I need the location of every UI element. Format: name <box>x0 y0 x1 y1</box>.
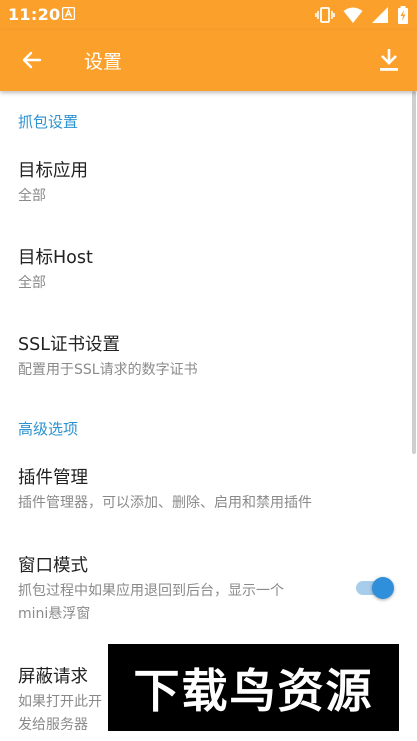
setting-plugin-manager[interactable]: 插件管理 插件管理器，可以添加、删除、启用和禁用插件 <box>0 464 417 534</box>
setting-title: 插件管理 <box>18 468 88 488</box>
section-header-capture: 抓包设置 <box>18 113 79 131</box>
status-time: 11:20 <box>8 5 61 24</box>
setting-target-app[interactable]: 目标应用 全部 <box>0 157 417 227</box>
toolbar: 设置 <box>0 30 417 91</box>
arrow-left-icon[interactable] <box>20 48 44 72</box>
setting-summary: 全部 <box>18 275 46 291</box>
setting-target-host[interactable]: 目标Host 全部 <box>0 244 417 314</box>
vibrate-icon <box>315 7 335 23</box>
setting-title: 目标应用 <box>18 161 88 181</box>
status-bar: 11:20 <box>0 0 417 30</box>
setting-title: 目标Host <box>18 248 93 268</box>
page-title: 设置 <box>84 51 123 73</box>
notification-a-icon <box>62 7 75 20</box>
setting-title: 屏蔽请求 <box>18 667 88 687</box>
download-icon[interactable] <box>377 47 401 73</box>
setting-summary: 插件管理器，可以添加、删除、启用和禁用插件 <box>18 495 312 511</box>
scrollbar[interactable] <box>412 91 416 454</box>
setting-title: SSL证书设置 <box>18 335 120 355</box>
watermark-logo: 下载鸟资源 <box>108 644 399 731</box>
setting-title: 窗口模式 <box>18 556 88 576</box>
setting-summary-line1: 如果打开此开 <box>18 694 102 710</box>
setting-summary-line2: mini悬浮窗 <box>18 606 91 622</box>
setting-ssl-cert[interactable]: SSL证书设置 配置用于SSL请求的数字证书 <box>0 331 417 401</box>
switch-thumb <box>372 577 394 599</box>
window-mode-switch[interactable] <box>356 575 396 601</box>
wifi-icon <box>343 7 363 23</box>
setting-summary: 配置用于SSL请求的数字证书 <box>18 362 198 378</box>
section-header-advanced: 高级选项 <box>18 420 79 438</box>
signal-icon <box>372 7 388 23</box>
setting-summary-line2: 发给服务器 <box>18 717 88 733</box>
battery-icon <box>398 6 408 24</box>
watermark-text: 下载鸟资源 <box>133 663 374 718</box>
setting-window-mode[interactable]: 窗口模式 抓包过程中如果应用退回到后台，显示一个 mini悬浮窗 <box>0 552 417 632</box>
setting-summary: 全部 <box>18 188 46 204</box>
setting-summary-line1: 抓包过程中如果应用退回到后台，显示一个 <box>18 583 284 599</box>
status-icons <box>315 6 409 24</box>
